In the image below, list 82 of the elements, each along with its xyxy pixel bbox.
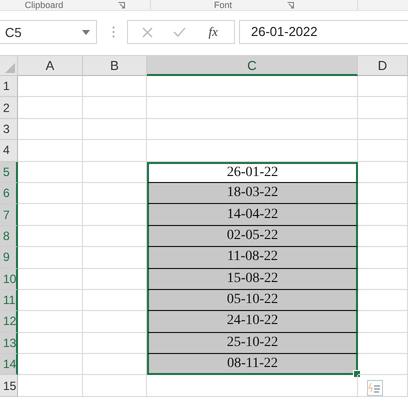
column-header[interactable]: B [83,56,147,76]
dropdown-icon[interactable] [82,30,90,34]
table-cell[interactable] [358,118,408,140]
table-cell[interactable] [18,204,83,226]
table-cell[interactable] [18,76,83,98]
ribbon-group-label: Clipboard [24,0,64,10]
table-cell[interactable]: 02-05-22 [147,226,358,248]
table-cell[interactable] [147,118,358,140]
table-cell[interactable] [18,332,83,354]
table-cell[interactable] [83,375,147,397]
table-cell[interactable]: 25-10-22 [147,332,358,354]
table-cell[interactable] [18,354,83,376]
table-cell[interactable]: 26-01-22 [147,162,358,183]
column-header[interactable]: C [147,56,358,76]
formula-field[interactable]: 26-01-2022 [239,20,408,44]
fill-handle[interactable] [353,370,361,378]
row-header[interactable]: 6 [0,182,18,204]
table-cell[interactable] [358,226,408,248]
table-cell[interactable] [18,268,83,290]
row-header[interactable]: 1 [0,76,18,98]
table-cell[interactable]: 11-08-22 [147,247,358,269]
table-cell[interactable] [358,332,408,354]
grip-icon [112,26,115,38]
table-cell[interactable] [358,268,408,290]
table-cell[interactable] [147,97,358,119]
row-header[interactable]: 3 [0,118,18,140]
table-cell[interactable] [18,140,83,162]
table-cell[interactable] [18,247,83,269]
table-cell[interactable] [147,375,358,397]
table-cell[interactable] [358,97,408,119]
table-cell[interactable] [358,247,408,269]
row-header[interactable]: 2 [0,97,18,119]
row-header[interactable]: 15 [0,375,18,397]
column-header[interactable]: D [358,56,408,76]
table-cell[interactable] [18,375,83,397]
table-cell[interactable] [18,162,83,183]
row-header[interactable]: 10 [0,268,18,290]
table-cell[interactable] [358,311,408,333]
check-icon[interactable] [173,27,186,37]
row-header[interactable]: 12 [0,311,18,333]
table-cell[interactable] [18,290,83,312]
table-cell[interactable] [358,290,408,312]
row-header[interactable]: 11 [0,290,18,312]
table-cell[interactable]: 14-04-22 [147,204,358,226]
table-cell[interactable] [18,97,83,119]
row-header[interactable]: 9 [0,247,18,269]
table-cell[interactable] [358,140,408,162]
table-cell[interactable] [147,76,358,98]
table-cell[interactable]: 15-08-22 [147,268,358,290]
table-cell[interactable]: 24-10-22 [147,311,358,333]
table-cell[interactable] [18,226,83,248]
table-cell[interactable] [358,204,408,226]
table-cell[interactable] [18,311,83,333]
table-cell[interactable]: 08-11-22 [147,354,358,376]
table-cell[interactable] [358,182,408,204]
table-cell[interactable] [358,162,408,183]
cancel-icon[interactable] [142,26,154,38]
table-cell[interactable] [83,140,147,162]
ribbon-group-label: Font [214,0,232,10]
dialog-launcher-icon[interactable] [118,2,126,8]
dialog-launcher-icon[interactable] [287,2,294,8]
row-header[interactable]: 5 [0,162,18,183]
table-cell[interactable]: 05-10-22 [147,290,358,312]
row-header[interactable]: 8 [0,226,18,248]
table-cell[interactable] [18,182,83,204]
name-box[interactable]: C5 [0,20,97,44]
table-cell[interactable] [83,97,147,119]
table-cell[interactable] [358,76,408,98]
table-cell[interactable] [83,76,147,98]
row-header[interactable]: 14 [0,354,18,376]
insert-function-button[interactable]: fx [206,24,220,40]
cell-reference: C5 [5,24,22,40]
table-cell[interactable]: 18-03-22 [147,182,358,204]
column-header[interactable]: A [18,56,83,76]
row-header[interactable]: 4 [0,140,18,162]
select-all-icon[interactable] [5,63,15,73]
table-cell[interactable] [83,118,147,140]
row-header[interactable]: 7 [0,204,18,226]
row-header[interactable]: 13 [0,332,18,354]
table-cell[interactable] [18,118,83,140]
quick-analysis-icon[interactable] [367,380,383,396]
table-cell[interactable] [358,354,408,376]
